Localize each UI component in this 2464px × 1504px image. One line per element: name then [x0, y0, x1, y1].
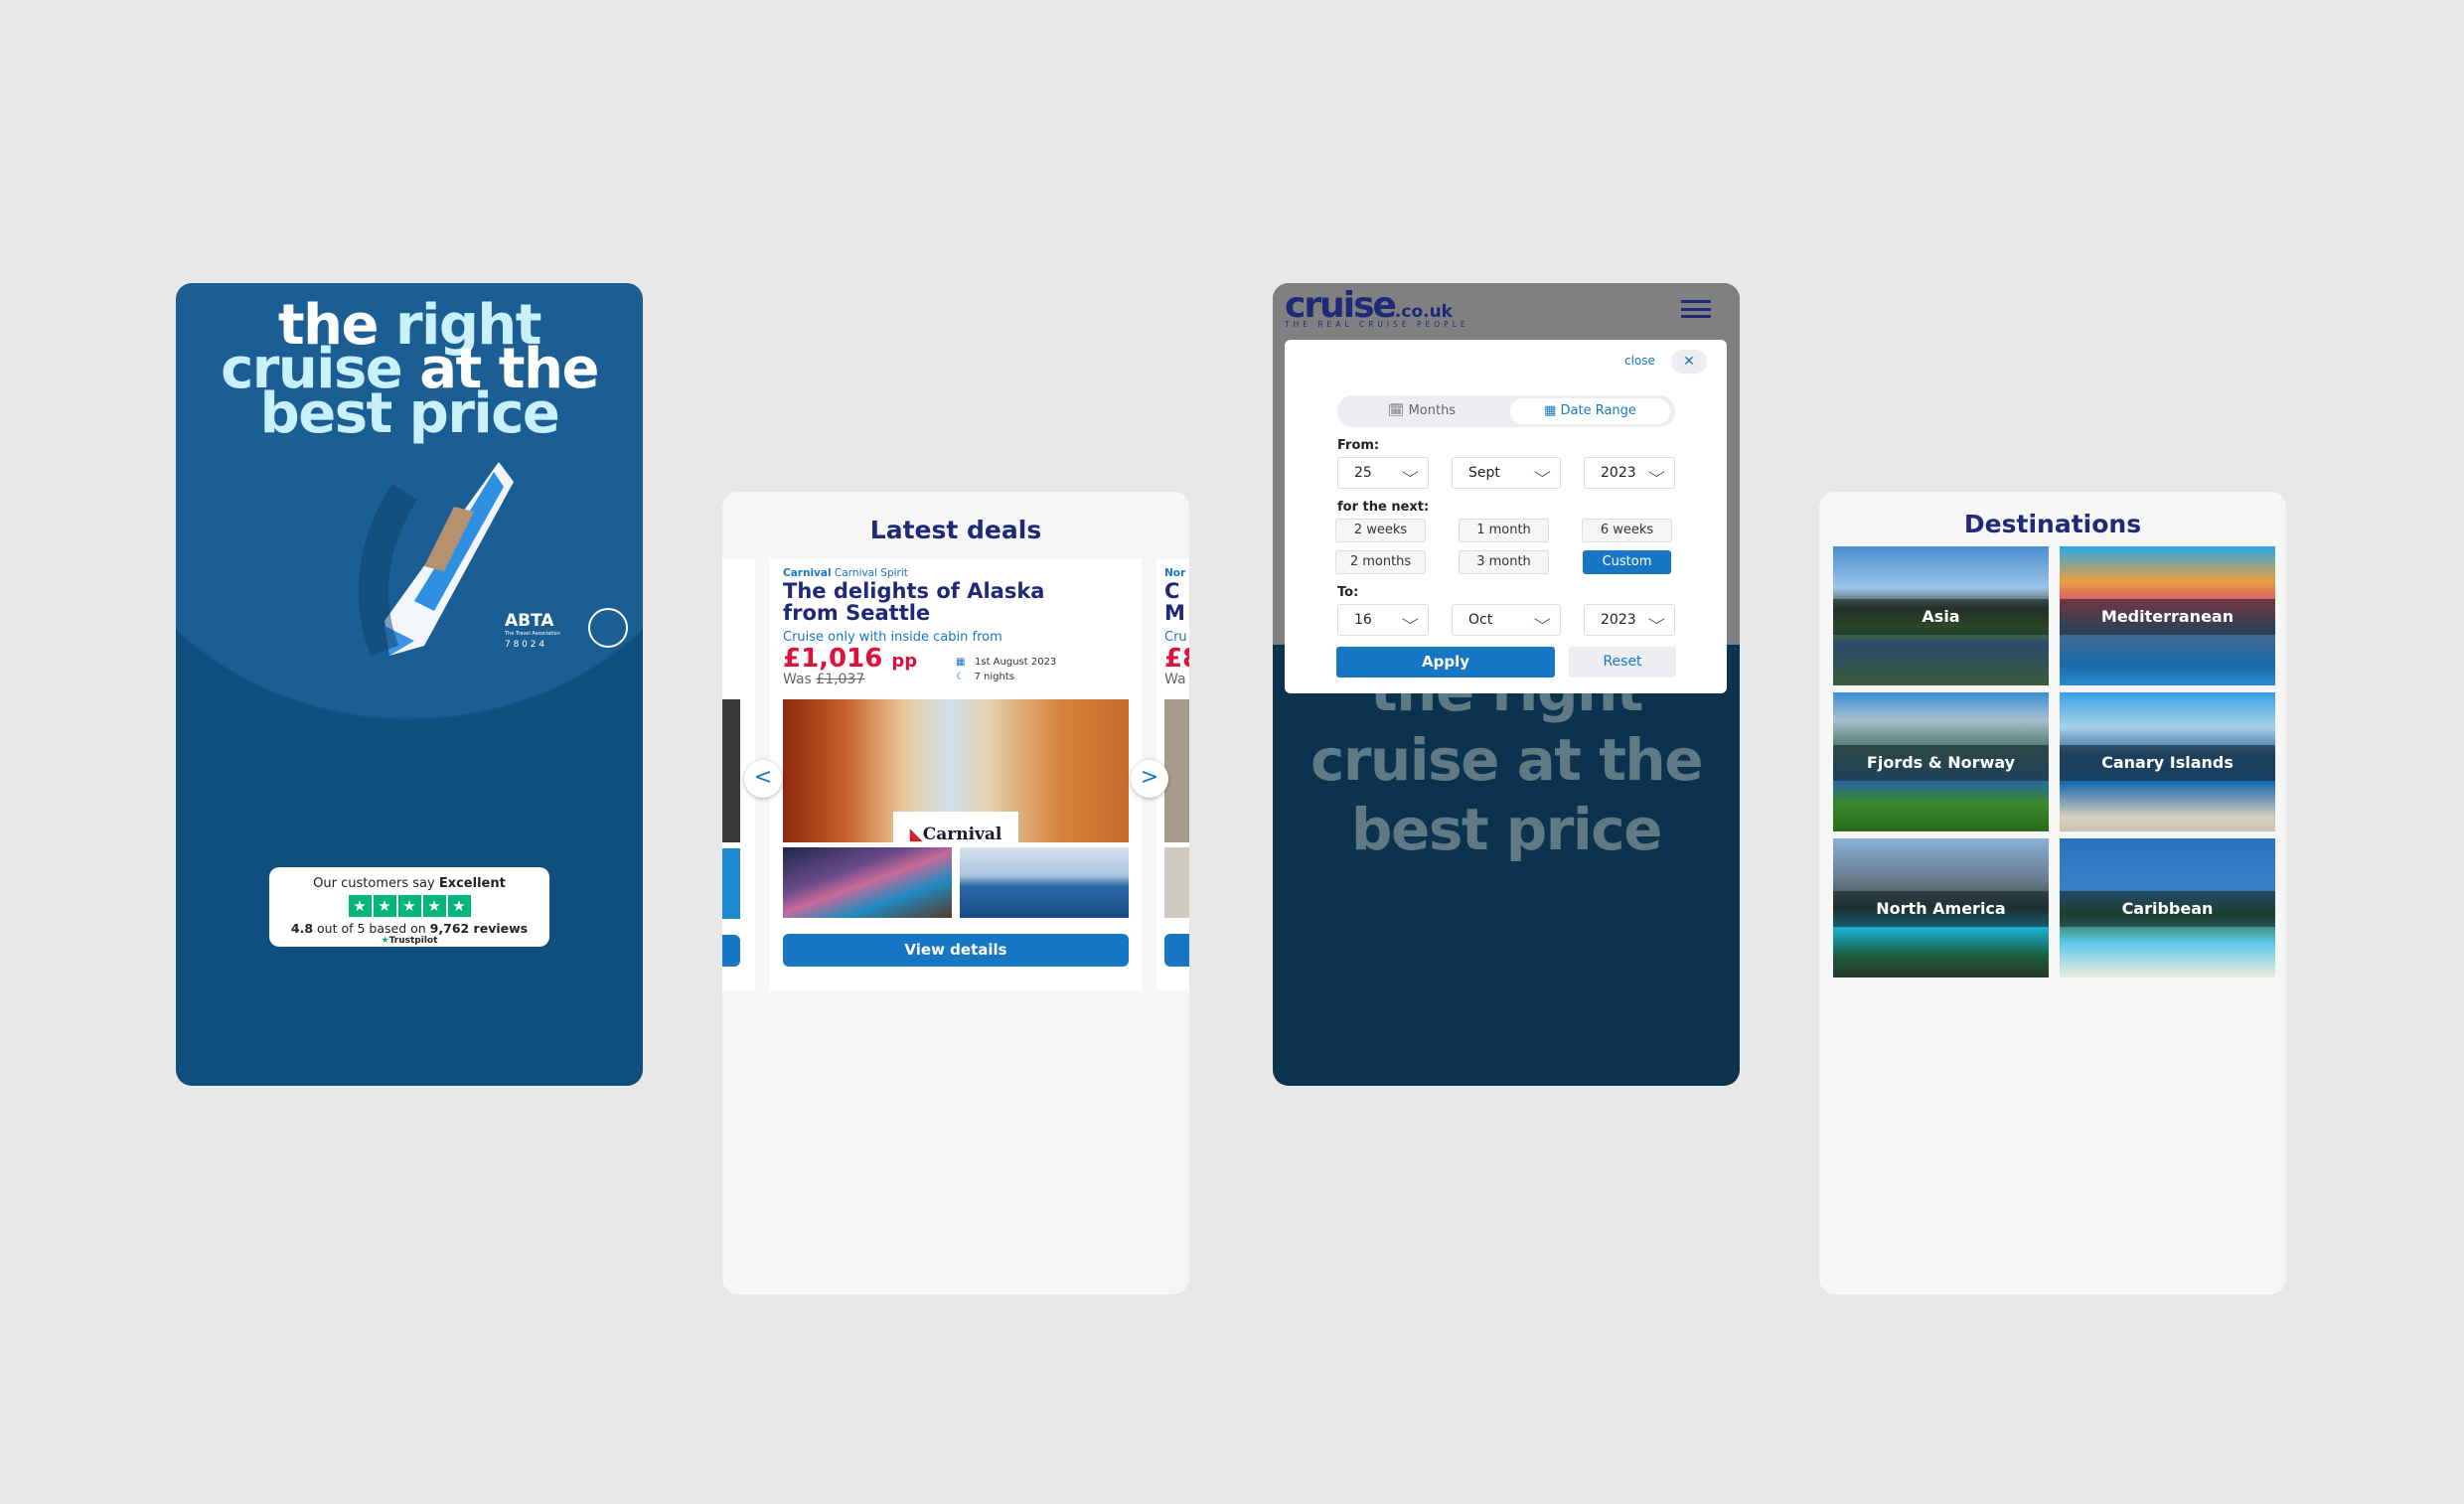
date-search-panel: cruise.co.uk THE REAL CRUISE PEOPLE the …	[1273, 283, 1740, 1086]
trustpilot-widget[interactable]: Our customers say Excellent ★ ★ ★ ★ ★ 4.8 ou…	[269, 867, 549, 947]
date-picker-modal: close ✕ 🗓 Months ▦ Date Range From: 25 ⌵ …	[1285, 340, 1727, 693]
calendar-icon: ▦	[956, 657, 966, 668]
cruise-line: Carnival Carnival Spirit	[783, 567, 908, 579]
hero-line-3: best price	[259, 381, 560, 446]
trustpilot-say: Our customers say Excellent	[313, 876, 506, 891]
close-icon[interactable]: ✕	[1671, 350, 1707, 374]
chevron-down-icon: ⌵	[1534, 612, 1552, 628]
option-2-months[interactable]: 2 months	[1335, 550, 1426, 574]
cruise-ship-image	[358, 462, 514, 657]
from-month-select[interactable]: Sept ⌵	[1452, 457, 1561, 489]
tab-months[interactable]: 🗓 Months	[1337, 395, 1506, 427]
pool-photo[interactable]	[783, 847, 952, 918]
destination-tile-caribbean[interactable]: Caribbean	[2060, 838, 2275, 978]
ship-photo[interactable]	[960, 847, 1129, 918]
calendar-icon: ▦	[1544, 403, 1557, 418]
deal-card: Carnival Carnival Spirit The delights of…	[770, 558, 1142, 990]
destination-tile-fjords-norway[interactable]: Fjords & Norway	[1833, 692, 2049, 831]
abta-logo: ABTA The Travel Association 7 8 0 2 4	[505, 611, 560, 650]
option-1-month[interactable]: 1 month	[1459, 519, 1549, 542]
star-icon: ★	[373, 895, 396, 917]
star-icon: ★	[397, 895, 421, 917]
abta-text: ABTA	[505, 611, 554, 631]
trustpilot-stars: ★ ★ ★ ★ ★	[269, 895, 549, 917]
for-the-next-label: for the next:	[1337, 500, 1430, 515]
from-label: From:	[1337, 438, 1380, 453]
chevron-down-icon: ⌵	[1402, 612, 1420, 628]
was-price: Was £1,037	[783, 672, 865, 687]
to-year-select[interactable]: 2023 ⌵	[1584, 604, 1675, 636]
destination-tile-asia[interactable]: Asia	[1833, 546, 2049, 685]
chevron-down-icon: ⌵	[1648, 465, 1666, 481]
option-custom[interactable]: Custom	[1583, 550, 1671, 574]
deal-title[interactable]: The delights of Alaska from Seattle	[783, 580, 1044, 624]
carousel-next-button[interactable]: >	[1131, 760, 1168, 798]
chevron-down-icon: ⌵	[1534, 465, 1552, 481]
deal-subtitle: Cruise only with inside cabin from	[783, 630, 1002, 645]
mode-toggle: 🗓 Months ▦ Date Range	[1337, 395, 1675, 427]
option-3-month[interactable]: 3 month	[1459, 550, 1549, 574]
section-title: Latest deals	[869, 516, 1042, 544]
destination-tile-mediterranean[interactable]: Mediterranean	[2060, 546, 2275, 685]
to-day-select[interactable]: 16 ⌵	[1337, 604, 1429, 636]
trustpilot-brand: ★Trustpilot	[381, 936, 438, 946]
moon-icon: ☾	[956, 672, 965, 682]
destination-tile-canary-islands[interactable]: Canary Islands	[2060, 692, 2275, 831]
tab-date-range[interactable]: ▦ Date Range	[1510, 398, 1670, 424]
carnival-funnel-icon: ◣	[909, 825, 923, 844]
destination-tile-north-america[interactable]: North America	[1833, 838, 2049, 978]
to-month-select[interactable]: Oct ⌵	[1452, 604, 1561, 636]
latest-deals-panel: Latest deals Carnival Carnival Spirit Th…	[722, 492, 1189, 1294]
chevron-down-icon: ⌵	[1402, 465, 1420, 481]
carousel-prev-button[interactable]: <	[744, 760, 782, 798]
section-title: Destinations	[1963, 510, 2142, 538]
calendar-check-icon: 🗓	[1387, 403, 1405, 418]
hero-ad-panel: the right cruise at the best price ABTA …	[176, 283, 643, 1086]
from-year-select[interactable]: 2023 ⌵	[1584, 457, 1675, 489]
star-icon: ★	[348, 895, 372, 917]
chevron-down-icon: ⌵	[1648, 612, 1666, 628]
abta-number: 7 8 0 2 4	[505, 640, 545, 650]
to-label: To:	[1337, 585, 1359, 600]
trustpilot-star-icon: ★	[381, 936, 389, 946]
star-icon: ★	[447, 895, 471, 917]
atol-protected-icon	[588, 608, 628, 648]
reset-button[interactable]: Reset	[1569, 647, 1676, 677]
apply-button[interactable]: Apply	[1336, 647, 1555, 677]
from-day-select[interactable]: 25 ⌵	[1337, 457, 1429, 489]
trustpilot-score: 4.8 out of 5 based on 9,762 reviews	[290, 921, 529, 936]
view-details-button[interactable]: View details	[783, 934, 1129, 967]
destinations-panel: Destinations Asia Mediterranean Fjords &…	[1819, 492, 2286, 1294]
option-2-weeks[interactable]: 2 weeks	[1335, 519, 1426, 542]
close-link[interactable]: close	[1624, 354, 1655, 368]
hamburger-menu-icon[interactable]	[1681, 300, 1711, 318]
site-logo[interactable]: cruise.co.uk THE REAL CRUISE PEOPLE	[1285, 285, 1469, 329]
deal-meta: ▦ 1st August 2023 ☾ 7 nights	[956, 657, 1057, 682]
star-icon: ★	[422, 895, 446, 917]
abta-sub: The Travel Association	[505, 631, 560, 637]
option-6-weeks[interactable]: 6 weeks	[1582, 519, 1672, 542]
